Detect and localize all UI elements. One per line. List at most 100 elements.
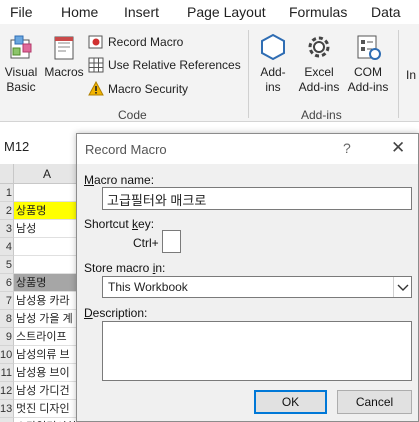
record-macro-button[interactable]: Record Macro bbox=[88, 31, 183, 53]
name-box[interactable]: M12 bbox=[0, 136, 76, 158]
menu-file[interactable]: File bbox=[10, 4, 33, 20]
dialog-titlebar[interactable]: Record Macro ? ✕ bbox=[77, 134, 418, 164]
row-header[interactable]: 5 bbox=[0, 256, 14, 274]
row-header[interactable]: 7 bbox=[0, 292, 14, 310]
store-macro-select[interactable]: This Workbook bbox=[102, 276, 412, 298]
close-button[interactable]: ✕ bbox=[391, 138, 405, 158]
row-header[interactable]: 4 bbox=[0, 238, 14, 256]
table-row: 1 bbox=[0, 184, 80, 202]
table-row: 6 상품명 bbox=[0, 274, 80, 292]
cell[interactable]: 남성 가을 계 bbox=[14, 310, 80, 328]
row-header[interactable]: 12 bbox=[0, 382, 14, 400]
ribbon-separator-2 bbox=[398, 30, 399, 118]
menu-data[interactable]: Data bbox=[371, 4, 401, 20]
excel-addins-button[interactable]: Excel Add-ins bbox=[296, 32, 342, 95]
cell[interactable] bbox=[14, 184, 80, 202]
row-header[interactable]: 11 bbox=[0, 364, 14, 382]
column-header-a[interactable]: A bbox=[14, 164, 80, 184]
grid-icon bbox=[88, 57, 104, 73]
shortcut-key-label: Shortcut key: bbox=[84, 217, 155, 231]
table-row: 12 남성 가디건 bbox=[0, 382, 80, 400]
row-header[interactable]: 14 bbox=[0, 418, 14, 422]
ribbon: Visual Basic Macros Record Macro Use Rel… bbox=[0, 24, 419, 122]
ribbon-separator bbox=[248, 30, 249, 118]
row-header[interactable]: 2 bbox=[0, 202, 14, 220]
cell[interactable] bbox=[14, 238, 80, 256]
cell[interactable] bbox=[14, 256, 80, 274]
select-all-corner[interactable] bbox=[0, 164, 14, 184]
row-header[interactable]: 6 bbox=[0, 274, 14, 292]
macro-name-input[interactable]: 고급필터와 매크로 bbox=[102, 187, 412, 210]
cell[interactable]: 멋진 디자인 bbox=[14, 400, 80, 418]
row-header[interactable]: 8 bbox=[0, 310, 14, 328]
shortcut-key-input[interactable] bbox=[162, 230, 181, 253]
cell[interactable]: 남성의류 브 bbox=[14, 346, 80, 364]
relative-references-label: Use Relative References bbox=[108, 58, 241, 72]
worksheet-grid: A 1 2 상품명 3 남성 4 5 6 상품명 7 남성용 카라 8 남성 가을 계 9 스트라이프 10 남… bbox=[0, 164, 80, 422]
gear-icon bbox=[308, 36, 330, 58]
row-header[interactable]: 1 bbox=[0, 184, 14, 202]
macro-security-label: Macro Security bbox=[108, 82, 189, 96]
store-macro-label: Store macro in: bbox=[84, 261, 166, 275]
cell[interactable]: 상품명 bbox=[14, 202, 80, 220]
cell[interactable]: 스타일리시한 bbox=[14, 418, 80, 422]
ribbon-partial-button[interactable]: In bbox=[406, 68, 419, 83]
cell[interactable]: 남성 bbox=[14, 220, 80, 238]
relative-references-button[interactable]: Use Relative References bbox=[88, 54, 241, 76]
table-row: 13 멋진 디자인 bbox=[0, 400, 80, 418]
macros-icon bbox=[54, 36, 74, 60]
table-row: 2 상품명 bbox=[0, 202, 80, 220]
visual-basic-label: Visual Basic bbox=[4, 65, 38, 94]
cell[interactable]: 남성용 브이 bbox=[14, 364, 80, 382]
group-label-code: Code bbox=[118, 108, 147, 122]
visual-basic-button[interactable]: Visual Basic bbox=[2, 32, 40, 95]
macros-label: Macros bbox=[44, 65, 84, 79]
row-header[interactable]: 13 bbox=[0, 400, 14, 418]
excel-addins-label: Excel Add-ins bbox=[298, 65, 340, 94]
cell[interactable]: 스트라이프 bbox=[14, 328, 80, 346]
ok-button[interactable]: OK bbox=[254, 390, 327, 414]
description-input[interactable] bbox=[102, 321, 412, 381]
macro-security-button[interactable]: Macro Security bbox=[88, 78, 188, 100]
cell[interactable]: 남성 가디건 bbox=[14, 382, 80, 400]
description-label: Description: bbox=[84, 306, 148, 320]
visual-basic-icon bbox=[10, 35, 32, 59]
macros-button[interactable]: Macros bbox=[44, 32, 84, 80]
chevron-down-icon[interactable] bbox=[393, 277, 411, 297]
record-macro-icon bbox=[88, 35, 103, 49]
record-macro-label: Record Macro bbox=[108, 35, 184, 49]
row-header[interactable]: 10 bbox=[0, 346, 14, 364]
group-label-addins: Add-ins bbox=[301, 108, 342, 122]
dialog-title: Record Macro bbox=[85, 142, 167, 157]
menu-page-layout[interactable]: Page Layout bbox=[187, 4, 266, 20]
help-button[interactable]: ? bbox=[343, 140, 351, 156]
row-header[interactable]: 9 bbox=[0, 328, 14, 346]
com-addins-icon bbox=[357, 35, 381, 60]
addins-button[interactable]: Add- ins bbox=[254, 32, 292, 95]
addins-label: Add- ins bbox=[260, 65, 286, 94]
cell[interactable]: 상품명 bbox=[14, 274, 80, 292]
store-macro-value: This Workbook bbox=[108, 280, 188, 294]
cell[interactable]: 남성용 카라 bbox=[14, 292, 80, 310]
table-row: 3 남성 bbox=[0, 220, 80, 238]
row-header[interactable]: 3 bbox=[0, 220, 14, 238]
menu-home[interactable]: Home bbox=[61, 4, 98, 20]
table-row: 10 남성의류 브 bbox=[0, 346, 80, 364]
menu-formulas[interactable]: Formulas bbox=[289, 4, 347, 20]
cancel-button[interactable]: Cancel bbox=[337, 390, 412, 414]
table-row: 5 bbox=[0, 256, 80, 274]
table-row: 11 남성용 브이 bbox=[0, 364, 80, 382]
com-addins-button[interactable]: COM Add-ins bbox=[346, 32, 390, 95]
menu-bar: File Home Insert Page Layout Formulas Da… bbox=[0, 0, 419, 24]
table-row: 7 남성용 카라 bbox=[0, 292, 80, 310]
ctrl-label: Ctrl+ bbox=[133, 236, 159, 250]
table-row: 9 스트라이프 bbox=[0, 328, 80, 346]
record-macro-dialog: Record Macro ? ✕ Macro name: 고급필터와 매크로 S… bbox=[76, 133, 419, 422]
menu-insert[interactable]: Insert bbox=[124, 4, 159, 20]
table-row: 4 bbox=[0, 238, 80, 256]
table-row: 8 남성 가을 계 bbox=[0, 310, 80, 328]
com-addins-label: COM Add-ins bbox=[347, 65, 389, 94]
macro-name-label: Macro name: bbox=[84, 173, 155, 187]
warning-icon bbox=[88, 81, 104, 96]
hexagon-icon bbox=[261, 33, 285, 61]
